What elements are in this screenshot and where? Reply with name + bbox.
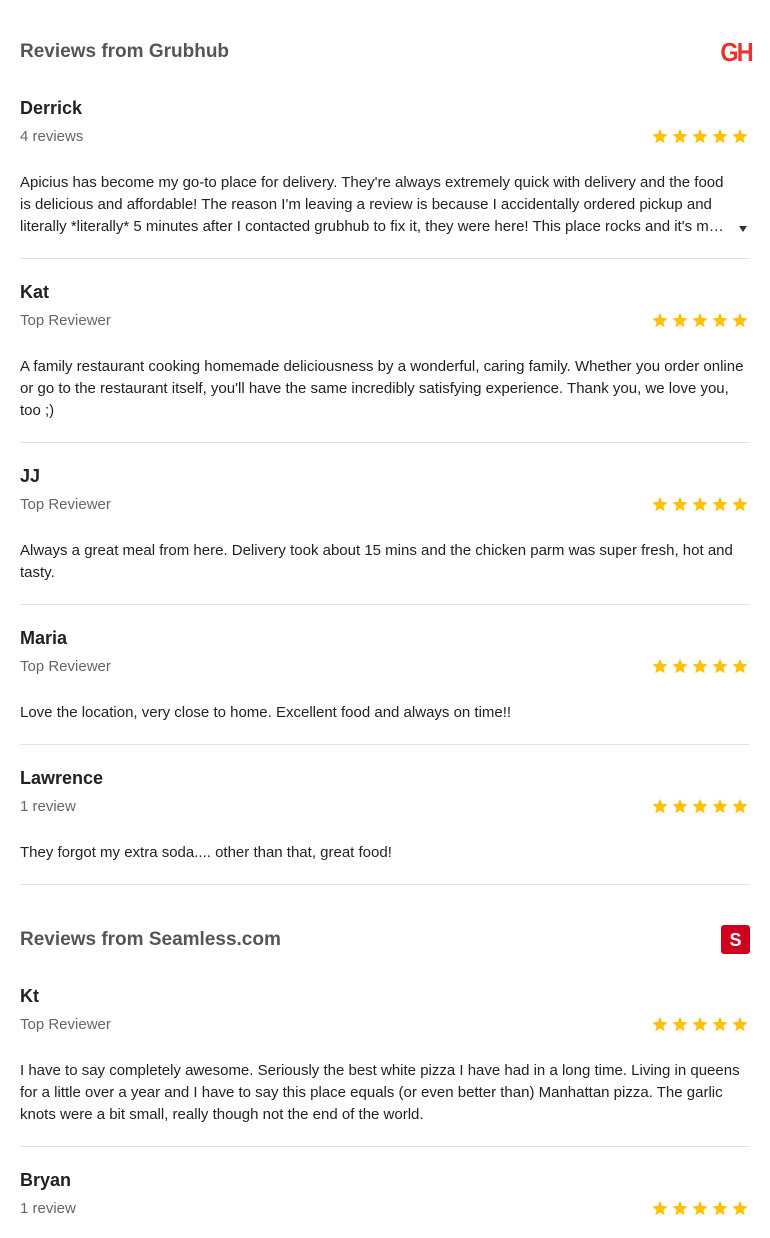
star-icon <box>712 1200 728 1216</box>
review-card: JJ Top Reviewer Always a great meal from… <box>20 464 750 605</box>
star-icon <box>652 1200 668 1216</box>
star-icon <box>732 1200 748 1216</box>
star-rating <box>651 797 749 815</box>
reviewer-name: Lawrence <box>20 768 104 788</box>
section-header: Reviews from Grubhub GH <box>20 37 754 67</box>
reviewer-meta: Top Reviewer <box>20 658 111 675</box>
reviewer-name: Maria <box>20 628 68 648</box>
reviewer-meta: Top Reviewer <box>20 1016 111 1033</box>
star-icon <box>732 496 748 512</box>
reviewer-meta: Top Reviewer <box>20 496 111 513</box>
star-icon <box>652 496 668 512</box>
reviewer-meta: 1 review <box>20 798 76 815</box>
star-icon <box>732 658 748 674</box>
star-icon <box>732 798 748 814</box>
star-icon <box>672 1016 688 1032</box>
star-icon <box>712 1016 728 1032</box>
star-icon <box>652 312 668 328</box>
review-card: Bryan 1 review <box>20 1168 750 1238</box>
star-icon <box>712 128 728 144</box>
star-icon <box>712 496 728 512</box>
expand-review-button[interactable] <box>736 222 750 236</box>
seamless-logo-icon: S <box>721 925 750 954</box>
reviewer-name: Kat <box>20 282 50 302</box>
reviewer-meta: 4 reviews <box>20 128 84 145</box>
section-title: Reviews from Grubhub <box>20 41 230 62</box>
star-icon <box>732 128 748 144</box>
star-icon <box>692 798 708 814</box>
star-icon <box>712 798 728 814</box>
star-rating <box>651 127 749 145</box>
star-icon <box>652 1016 668 1032</box>
star-rating <box>651 1199 749 1217</box>
star-icon <box>672 312 688 328</box>
review-text: Apicius has become my go-to place for de… <box>20 174 724 235</box>
star-icon <box>652 798 668 814</box>
star-icon <box>692 128 708 144</box>
star-rating <box>651 495 749 513</box>
star-icon <box>672 128 688 144</box>
section-header: Reviews from Seamless.com S <box>20 925 750 955</box>
review-text: A family restaurant cooking homemade del… <box>20 358 744 419</box>
review-text: Always a great meal from here. Delivery … <box>20 542 733 581</box>
review-text: I have to say completely awesome. Seriou… <box>20 1062 740 1123</box>
star-icon <box>712 658 728 674</box>
review-card: Kt Top Reviewer I have to say completely… <box>20 984 750 1147</box>
star-icon <box>672 658 688 674</box>
reviewer-meta: Top Reviewer <box>20 312 111 329</box>
review-card: Derrick 4 reviews Apicius has become my … <box>20 96 750 259</box>
reviewer-name: Derrick <box>20 98 83 118</box>
caret-down-icon <box>739 226 747 232</box>
star-rating <box>651 1015 749 1033</box>
star-icon <box>672 798 688 814</box>
star-icon <box>692 496 708 512</box>
section-title: Reviews from Seamless.com <box>20 929 281 950</box>
reviewer-name: Kt <box>20 986 39 1006</box>
seamless-reviews-section: Reviews from Seamless.com S <box>20 925 750 955</box>
star-icon <box>652 128 668 144</box>
star-icon <box>712 312 728 328</box>
star-icon <box>672 1200 688 1216</box>
star-icon <box>732 312 748 328</box>
star-icon <box>652 658 668 674</box>
star-icon <box>692 312 708 328</box>
reviewer-meta: 1 review <box>20 1200 76 1217</box>
review-text: Love the location, very close to home. E… <box>20 704 512 721</box>
review-card: Kat Top Reviewer A family restaurant coo… <box>20 280 750 443</box>
star-rating <box>651 311 749 329</box>
review-text: They forgot my extra soda.... other than… <box>20 844 392 861</box>
review-card: Maria Top Reviewer Love the location, ve… <box>20 626 750 745</box>
reviewer-name: JJ <box>20 466 41 486</box>
reviewer-name: Bryan <box>20 1170 72 1190</box>
star-icon <box>692 1200 708 1216</box>
star-icon <box>692 1016 708 1032</box>
grubhub-reviews-section: Reviews from Grubhub GH <box>20 37 754 67</box>
review-card: Lawrence 1 review They forgot my extra s… <box>20 766 750 885</box>
star-icon <box>732 1016 748 1032</box>
star-icon <box>672 496 688 512</box>
star-rating <box>651 657 749 675</box>
star-icon <box>692 658 708 674</box>
grubhub-logo-icon: GH <box>720 37 753 67</box>
